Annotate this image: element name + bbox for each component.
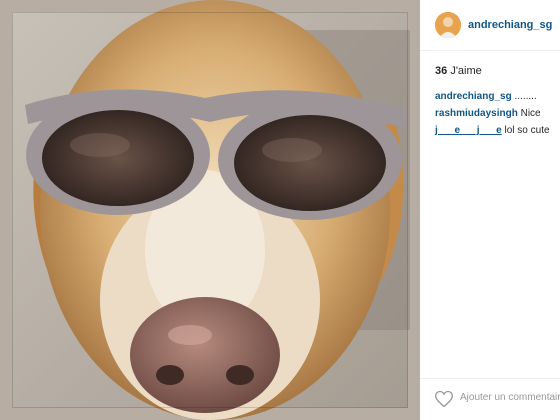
post-photo[interactable]	[0, 0, 420, 420]
caption: andrechiang_sg ........	[435, 88, 560, 105]
profile-avatar[interactable]	[435, 12, 461, 38]
post-sidebar: andrechiang_sg 36 J'aime andrechiang_sg …	[420, 0, 560, 420]
post-header: andrechiang_sg	[420, 0, 560, 51]
avatar-image	[435, 12, 461, 38]
comment-author[interactable]: rashmiudaysingh	[435, 108, 518, 119]
likes-number: 36	[435, 65, 448, 77]
comment-text: Nice	[520, 108, 541, 119]
instagram-post-viewer: andrechiang_sg 36 J'aime andrechiang_sg …	[0, 0, 560, 420]
dog-with-sunglasses-image	[0, 0, 420, 420]
comment-author[interactable]: j___e___j___e	[435, 125, 502, 136]
post-author-username[interactable]: andrechiang_sg	[468, 19, 552, 31]
caption-text: ........	[514, 91, 537, 102]
comments-list: andrechiang_sg ........ rashmiudaysingh …	[435, 88, 560, 139]
likes-label: J'aime	[450, 65, 482, 77]
comment-text: lol so cute	[504, 125, 550, 136]
comment-item: j___e___j___e lol so cute	[435, 122, 560, 139]
heart-icon[interactable]	[434, 389, 454, 409]
comment-item: rashmiudaysingh Nice	[435, 105, 560, 122]
likes-count[interactable]: 36 J'aime	[435, 65, 482, 77]
post-actions: Ajouter un commentaire	[420, 378, 560, 420]
add-comment-input[interactable]: Ajouter un commentaire	[460, 392, 560, 403]
caption-author[interactable]: andrechiang_sg	[435, 91, 512, 102]
